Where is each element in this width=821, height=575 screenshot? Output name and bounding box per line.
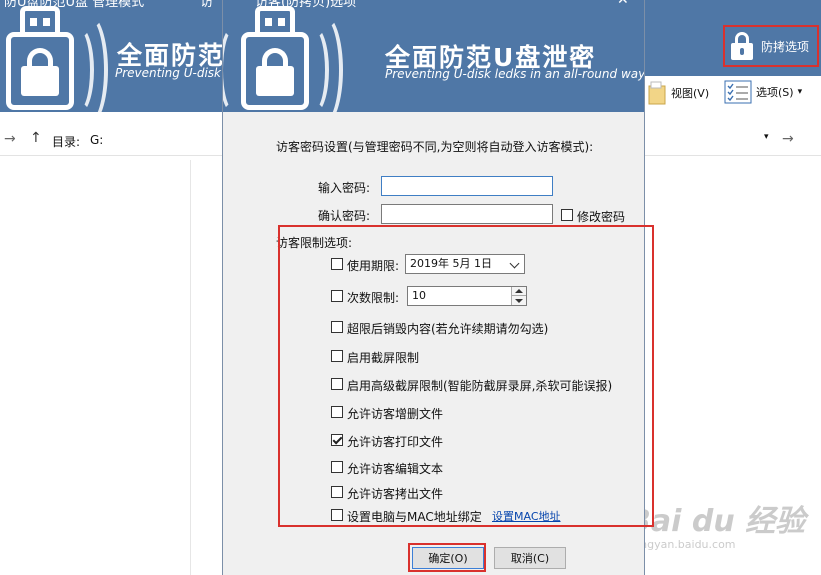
password-section-label: 访客密码设置(与管理密码不同,为空则将自动登入访客模式): (276, 140, 594, 154)
protect-options-label: 防拷选项 (761, 39, 810, 54)
mac-binding-checkbox[interactable] (331, 509, 343, 521)
directory-label: 目录: (52, 135, 81, 149)
enter-password-label: 输入密码: (318, 181, 371, 195)
baidu-watermark-url: jingyan.baidu.com (634, 538, 736, 551)
set-mac-link[interactable]: 设置MAC地址 (492, 508, 561, 524)
view-menu-button[interactable]: 视图(V) (647, 80, 709, 106)
options-menu-button[interactable]: 选项(S) ▾ (724, 80, 802, 104)
dropdown-arrow-icon[interactable]: ▾ (764, 132, 769, 142)
count-limit-checkbox[interactable] (331, 290, 343, 302)
modify-password-checkbox[interactable] (561, 209, 573, 221)
chevron-down-icon: ▾ (797, 87, 803, 97)
cancel-button[interactable]: 取消(C) (494, 547, 566, 569)
count-limit-value: 10 (412, 289, 426, 302)
allow-add-delete-label: 允许访客增删文件 (347, 407, 444, 421)
main-toolbar: 视图(V) 选项(S) ▾ (645, 76, 821, 112)
count-limit-stepper[interactable]: 10 (407, 286, 527, 306)
allow-edit-checkbox[interactable] (331, 461, 343, 473)
main-window-title-fragment: 访 (200, 0, 214, 10)
mac-binding-label: 设置电脑与MAC地址绑定 (347, 510, 482, 524)
checklist-icon (724, 80, 752, 104)
directory-value[interactable]: G: (90, 133, 103, 147)
confirm-password-input[interactable] (381, 204, 553, 224)
usb-lock-logo-icon (6, 6, 116, 126)
advanced-screenshot-limit-checkbox[interactable] (331, 378, 343, 390)
restrictions-label: 访客限制选项: (276, 236, 353, 250)
view-menu-label: 视图(V) (671, 87, 710, 100)
confirm-password-label: 确认密码: (318, 209, 371, 223)
dialog-brand-subtitle: Preventing U-disk ledks in an all-round … (385, 67, 645, 81)
enter-password-input[interactable] (381, 176, 553, 196)
destroy-content-checkbox[interactable] (331, 321, 343, 333)
options-menu-label: 选项(S) (756, 86, 794, 99)
ok-button[interactable]: 确定(O) (412, 547, 484, 569)
screenshot-limit-label: 启用截屏限制 (347, 351, 420, 365)
expiry-label: 使用期限: (347, 259, 400, 273)
allow-print-checkbox[interactable] (331, 434, 343, 446)
folder-icon (648, 81, 666, 105)
allow-copy-out-label: 允许访客拷出文件 (347, 487, 444, 501)
allow-print-label: 允许访客打印文件 (347, 435, 444, 449)
dialog-content: 访客密码设置(与管理密码不同,为空则将自动登入访客模式): 输入密码: 确认密码… (223, 112, 644, 575)
allow-edit-label: 允许访客编辑文本 (347, 462, 444, 476)
dialog-banner: 访客(防拷贝)选项 ✕ 全面防范U盘泄密 Preventing U-disk l… (223, 0, 645, 126)
lock-icon (731, 32, 753, 60)
screenshot-limit-checkbox[interactable] (331, 350, 343, 362)
expiry-date-value: 2019年 5月 1日 (410, 257, 492, 270)
forward-arrow-icon[interactable]: → (782, 131, 794, 147)
chevron-down-icon (509, 258, 520, 269)
expiry-date-picker[interactable]: 2019年 5月 1日 (405, 254, 525, 274)
visitor-options-dialog: 访客(防拷贝)选项 ✕ 全面防范U盘泄密 Preventing U-disk l… (222, 0, 645, 575)
protect-options-button[interactable]: 防拷选项 (723, 25, 819, 67)
advanced-screenshot-limit-label: 启用高级截屏限制(智能防截屏录屏,杀软可能误报) (347, 379, 613, 393)
usb-lock-logo-icon (223, 6, 351, 126)
allow-copy-out-checkbox[interactable] (331, 486, 343, 498)
expiry-checkbox[interactable] (331, 258, 343, 270)
spinner-arrows-icon[interactable] (511, 287, 526, 305)
count-limit-label: 次数限制: (347, 291, 400, 305)
modify-password-label: 修改密码 (577, 210, 626, 224)
forward-arrow-icon[interactable]: → (4, 131, 16, 147)
destroy-content-label: 超限后销毁内容(若允许续期请勿勾选) (347, 322, 549, 336)
main-window-title: 防U盘防范U盘 管理模式 (4, 0, 145, 10)
close-icon[interactable]: ✕ (617, 0, 629, 8)
up-arrow-icon[interactable]: ↑ (30, 130, 42, 146)
main-brand-subtitle: Preventing U-disk (115, 66, 221, 80)
baidu-watermark: Bai du 经验 (628, 504, 806, 539)
navigation-pane (0, 160, 191, 575)
allow-add-delete-checkbox[interactable] (331, 406, 343, 418)
